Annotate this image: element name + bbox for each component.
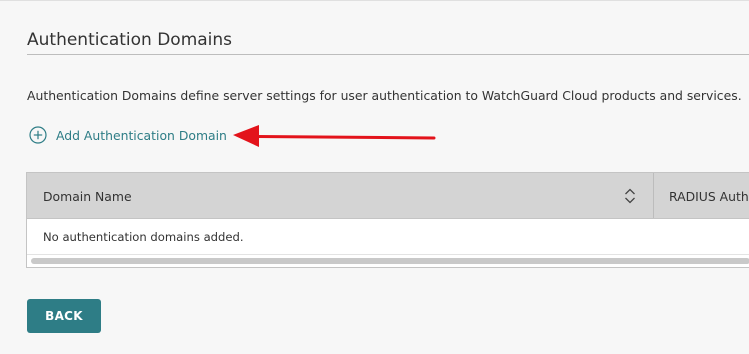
table-empty-row: No authentication domains added. xyxy=(27,219,749,255)
horizontal-scrollbar[interactable] xyxy=(27,257,749,266)
table-header: Domain Name RADIUS Authe xyxy=(27,173,749,219)
add-authentication-domain-link[interactable]: Add Authentication Domain xyxy=(29,126,227,144)
authentication-domains-table: Domain Name RADIUS Authe No authenticati… xyxy=(26,172,749,268)
plus-circle-icon xyxy=(29,126,47,144)
column-header-domain-name[interactable]: Domain Name xyxy=(27,173,654,218)
page-title: Authentication Domains xyxy=(27,30,233,50)
section-description: Authentication Domains define server set… xyxy=(27,88,742,103)
top-border xyxy=(0,0,749,1)
sort-icon[interactable] xyxy=(623,187,637,205)
scrollbar-thumb[interactable] xyxy=(31,258,749,264)
column-header-radius-authentication[interactable]: RADIUS Authe xyxy=(654,173,749,218)
back-button[interactable]: BACK xyxy=(27,299,101,333)
add-authentication-domain-label: Add Authentication Domain xyxy=(56,127,227,143)
red-arrow-icon xyxy=(233,125,436,147)
title-divider xyxy=(27,54,749,55)
column-label-radius-authentication: RADIUS Authe xyxy=(669,189,749,204)
column-label-domain-name: Domain Name xyxy=(43,189,132,204)
empty-state-message: No authentication domains added. xyxy=(43,230,244,244)
